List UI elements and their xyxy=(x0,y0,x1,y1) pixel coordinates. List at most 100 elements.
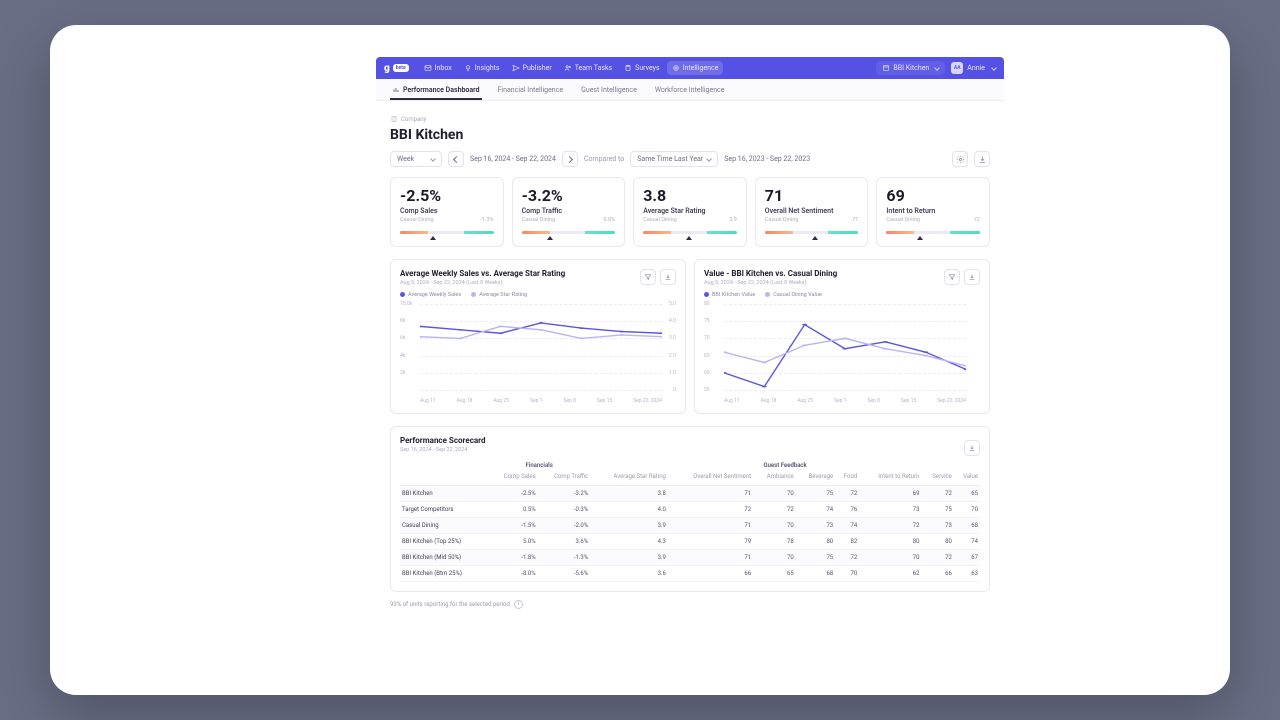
kpi-scale-bar xyxy=(522,231,616,234)
kpi-row: -2.5% Comp Sales Casual Dining-1.3% -3.2… xyxy=(390,177,990,247)
chart-filter-button[interactable] xyxy=(944,269,960,285)
users-icon xyxy=(564,64,572,72)
cell: -1.8% xyxy=(488,549,538,565)
chart-legend: Average Weekly SalesAverage Star Rating xyxy=(400,292,565,298)
cell: 3.8 xyxy=(590,485,668,501)
next-period-button[interactable] xyxy=(562,151,578,167)
cell: -1.3% xyxy=(538,549,591,565)
col-header: Value xyxy=(954,472,980,485)
col-header: Overall Net Sentiment xyxy=(668,472,753,485)
nav-label: Surveys xyxy=(635,64,659,72)
cell: 70 xyxy=(835,565,859,581)
cell: -2.0% xyxy=(538,517,591,533)
kpi-segment-value: 71 xyxy=(852,217,858,223)
date-range: Sep 16, 2024 - Sep 22, 2024 xyxy=(470,155,556,163)
clipboard-icon xyxy=(624,64,632,72)
cell: 72 xyxy=(859,517,921,533)
tab-label: Guest Intelligence xyxy=(581,86,637,94)
legend-dot-icon xyxy=(471,292,476,297)
app-window: g beta Inbox Insights Publisher xyxy=(376,57,1004,695)
cell: 4.3 xyxy=(590,533,668,549)
nav-intelligence[interactable]: Intelligence xyxy=(667,61,724,75)
kpi-label: Comp Sales xyxy=(400,207,494,215)
footer-text: 93% of units reporting for the selected … xyxy=(390,601,510,608)
tab-workforce-intelligence[interactable]: Workforce Intelligence xyxy=(653,86,727,100)
kpi-segment: Casual Dining xyxy=(522,217,556,223)
nav-surveys[interactable]: Surveys xyxy=(619,61,664,75)
chart-filter-button[interactable] xyxy=(640,269,656,285)
tab-label: Workforce Intelligence xyxy=(655,86,725,94)
nav-inbox[interactable]: Inbox xyxy=(419,61,457,75)
brand-switcher[interactable]: BBI Kitchen xyxy=(876,61,945,75)
nav-teamtasks[interactable]: Team Tasks xyxy=(559,61,617,75)
kpi-label: Overall Net Sentiment xyxy=(765,207,859,215)
breadcrumb: Company xyxy=(390,115,990,123)
cell: -5.6% xyxy=(538,565,591,581)
download-icon xyxy=(968,444,976,452)
settings-button[interactable] xyxy=(952,151,968,167)
kpi-card: 3.8 Average Star Rating Casual Dining3.9 xyxy=(633,177,747,247)
line-chart: 2k4k6k8k10.0k01.02.03.04.05.0Aug 11Aug 1… xyxy=(400,304,676,404)
cell: 72 xyxy=(668,501,753,517)
sub-nav: Performance Dashboard Financial Intellig… xyxy=(376,79,1004,101)
nav-items: Inbox Insights Publisher Team Tasks Surv… xyxy=(419,61,724,75)
chevron-down-icon xyxy=(934,65,940,71)
cell: 73 xyxy=(859,501,921,517)
tab-label: Financial Intelligence xyxy=(498,86,564,94)
table-row: BBI Kitchen (Btm 25%)-8.0%-5.6%3.6666568… xyxy=(400,565,980,581)
info-icon[interactable]: i xyxy=(514,600,523,609)
scorecard-download-button[interactable] xyxy=(964,440,980,456)
cell: 3.6 xyxy=(590,565,668,581)
nav-label: Team Tasks xyxy=(575,64,612,72)
nav-publisher[interactable]: Publisher xyxy=(507,61,557,75)
bulb-icon xyxy=(464,64,472,72)
nav-label: Intelligence xyxy=(683,64,719,72)
prev-period-button[interactable] xyxy=(448,151,464,167)
table-row: Casual Dining-1.5%-2.0%3.971707374727368 xyxy=(400,517,980,533)
cell: 80 xyxy=(921,533,953,549)
tab-financial-intelligence[interactable]: Financial Intelligence xyxy=(496,86,566,100)
kpi-value: 69 xyxy=(886,186,980,205)
kpi-segment: Casual Dining xyxy=(400,217,434,223)
period-value: Week xyxy=(397,155,414,163)
col-group-financials: Financials xyxy=(488,459,590,472)
comparison-select[interactable]: Same Time Last Year xyxy=(630,151,718,167)
legend-item: Average Star Rating xyxy=(471,292,527,298)
kpi-value: 3.8 xyxy=(643,186,737,205)
page-content: Company BBI Kitchen Week Sep 16, 2024 - … xyxy=(376,101,1004,695)
chevron-right-icon xyxy=(566,155,573,162)
period-select[interactable]: Week xyxy=(390,151,442,167)
scorecard-title: Performance Scorecard xyxy=(400,436,486,445)
scorecard-table: Financials Guest Feedback Comp SalesComp… xyxy=(400,459,980,582)
chart-legend: BBI Kitchen ValueCasual Dining Value xyxy=(704,292,837,298)
kpi-pointer-icon xyxy=(917,236,923,240)
brand-beta-badge: beta xyxy=(393,64,409,72)
kpi-card: -2.5% Comp Sales Casual Dining-1.3% xyxy=(390,177,504,247)
tab-label: Performance Dashboard xyxy=(403,86,480,94)
user-menu[interactable]: AA Annie xyxy=(951,62,996,74)
download-button[interactable] xyxy=(974,151,990,167)
kpi-card: -3.2% Comp Traffic Casual Dining0.0% xyxy=(512,177,626,247)
cell: 65 xyxy=(753,565,796,581)
chevron-down-icon xyxy=(430,156,436,162)
mail-icon xyxy=(424,64,432,72)
kpi-segment: Casual Dining xyxy=(643,217,677,223)
cell: -0.3% xyxy=(538,501,591,517)
cell: 71 xyxy=(668,549,753,565)
cell: 75 xyxy=(796,485,835,501)
chart-download-button[interactable] xyxy=(964,269,980,285)
tab-performance-dashboard[interactable]: Performance Dashboard xyxy=(390,86,482,100)
chart-card-sales-rating: Average Weekly Sales vs. Average Star Ra… xyxy=(390,259,686,414)
nav-insights[interactable]: Insights xyxy=(459,61,505,75)
tab-guest-intelligence[interactable]: Guest Intelligence xyxy=(579,86,639,100)
col-header: Intent to Return xyxy=(859,472,921,485)
col-header: Comp Traffic xyxy=(538,472,591,485)
cell: 3.9 xyxy=(590,517,668,533)
cell: 65 xyxy=(954,485,980,501)
chart-download-button[interactable] xyxy=(660,269,676,285)
chart-subtitle: Aug 5, 2024 - Sep 22, 2024 (Last 8 Weeks… xyxy=(400,280,565,286)
col-header: Food xyxy=(835,472,859,485)
download-icon xyxy=(978,155,987,164)
kpi-pointer-icon xyxy=(430,236,436,240)
kpi-pointer-icon xyxy=(812,236,818,240)
